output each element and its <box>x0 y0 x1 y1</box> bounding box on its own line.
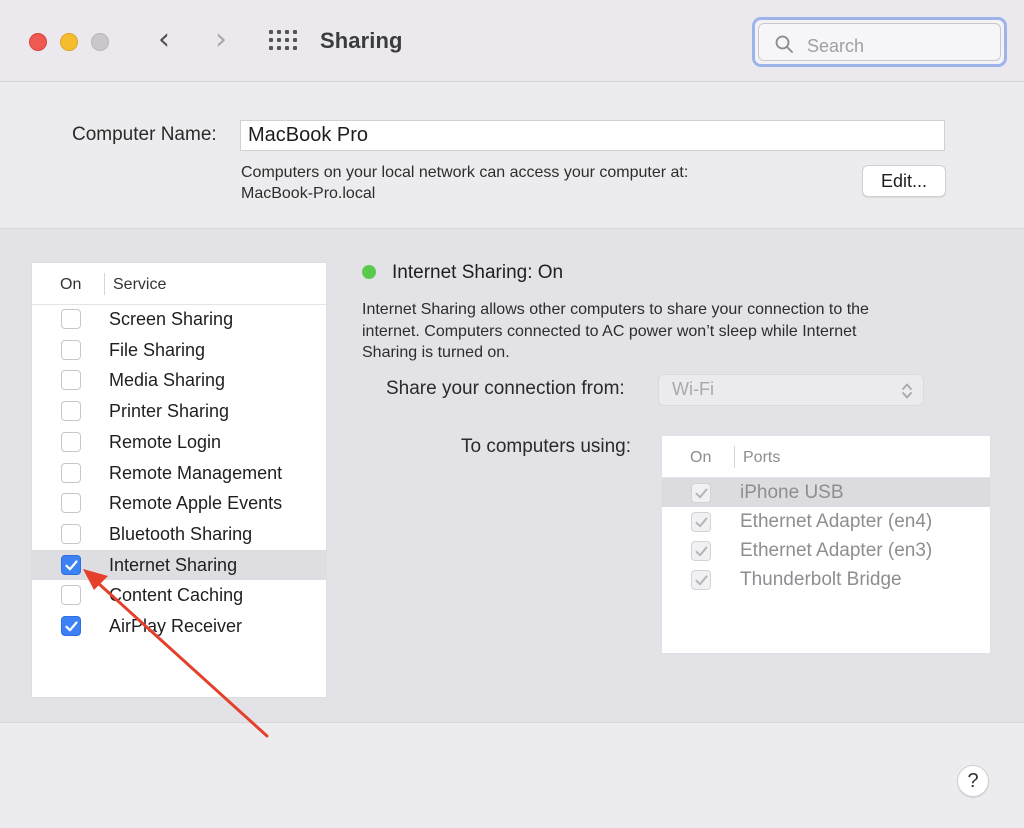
checkmark-icon <box>695 575 708 586</box>
search-placeholder: Search <box>807 36 865 56</box>
checkbox[interactable] <box>61 309 81 329</box>
ports-list: On Ports iPhone USB Ethernet Adapter (en… <box>661 435 991 654</box>
status-indicator-dot <box>362 265 376 279</box>
column-header-on[interactable]: On <box>60 276 81 294</box>
checkbox[interactable] <box>61 493 81 514</box>
port-label: Ethernet Adapter (en3) <box>740 540 933 561</box>
computer-name-label: Computer Name: <box>72 124 217 145</box>
window-title: Sharing <box>320 28 403 53</box>
checkmark-icon <box>695 517 708 528</box>
service-label: Bluetooth Sharing <box>109 523 253 544</box>
close-window-button[interactable] <box>29 33 47 51</box>
service-row-content-caching[interactable]: Content Caching <box>32 580 326 611</box>
checkbox-checked[interactable] <box>61 616 81 636</box>
services-list-header: On Service <box>32 263 326 305</box>
checkbox[interactable] <box>61 401 81 422</box>
service-row-bluetooth-sharing[interactable]: Bluetooth Sharing <box>32 519 326 550</box>
computer-name-input[interactable]: MacBook Pro <box>240 120 945 151</box>
description-line: Sharing is turned on. <box>362 344 510 361</box>
service-row-screen-sharing[interactable]: Screen Sharing <box>32 304 326 335</box>
port-label: iPhone USB <box>740 482 844 503</box>
checkbox-disabled-checked[interactable] <box>691 512 711 532</box>
description-line: internet. Computers connected to AC powe… <box>362 322 857 340</box>
to-computers-label: To computers using: <box>461 436 632 457</box>
column-divider <box>734 446 735 468</box>
service-row-remote-management[interactable]: Remote Management <box>32 458 326 489</box>
checkmark-icon <box>695 488 708 499</box>
title-bar: ‹ › Sharing Search <box>0 0 1024 82</box>
checkbox[interactable] <box>61 462 81 483</box>
column-divider <box>104 273 105 295</box>
checkmark-icon <box>65 621 78 632</box>
checkbox-disabled-checked[interactable] <box>691 483 711 503</box>
service-row-airplay-receiver[interactable]: AirPlay Receiver <box>32 611 326 642</box>
local-address-info: Computers on your local network can acce… <box>241 162 688 204</box>
checkbox-disabled-checked[interactable] <box>691 541 711 561</box>
checkmark-icon <box>695 546 708 557</box>
service-row-remote-apple-events[interactable]: Remote Apple Events <box>32 488 326 519</box>
column-header-on: On <box>690 449 712 466</box>
checkmark-icon <box>65 559 78 570</box>
ports-list-header: On Ports <box>662 436 990 478</box>
zoom-window-button[interactable] <box>91 33 109 51</box>
column-header-service[interactable]: Service <box>113 276 166 294</box>
back-button[interactable]: ‹ <box>152 25 176 56</box>
service-label: Content Caching <box>109 585 244 606</box>
service-label: Remote Apple Events <box>109 493 283 514</box>
checkbox[interactable] <box>61 585 81 606</box>
port-row-ethernet-en3[interactable]: Ethernet Adapter (en3) <box>662 536 990 565</box>
service-label: AirPlay Receiver <box>109 616 243 636</box>
service-label: Printer Sharing <box>109 401 230 422</box>
service-description: Internet Sharing allows other computers … <box>362 299 962 364</box>
checkbox-disabled-checked[interactable] <box>691 570 711 590</box>
sharing-window: ‹ › Sharing Search Computer Name: MacBoo… <box>0 0 1024 828</box>
port-label: Thunderbolt Bridge <box>740 569 902 590</box>
edit-button[interactable]: Edit... <box>862 165 946 197</box>
service-row-internet-sharing[interactable]: Internet Sharing <box>32 549 326 581</box>
share-from-select[interactable]: Wi-Fi <box>658 374 924 406</box>
service-label: File Sharing <box>109 339 206 360</box>
service-row-printer-sharing[interactable]: Printer Sharing <box>32 396 326 427</box>
service-row-remote-login[interactable]: Remote Login <box>32 427 326 458</box>
service-row-media-sharing[interactable]: Media Sharing <box>32 365 326 396</box>
select-chevrons-icon <box>902 383 912 399</box>
forward-button[interactable]: › <box>209 25 233 56</box>
status-title: Internet Sharing: On <box>392 262 564 283</box>
minimize-window-button[interactable] <box>60 33 78 51</box>
service-label: Screen Sharing <box>109 309 234 329</box>
share-from-value: Wi-Fi <box>672 379 714 399</box>
port-row-ethernet-en4[interactable]: Ethernet Adapter (en4) <box>662 507 990 536</box>
checkbox[interactable] <box>61 370 81 391</box>
checkbox-checked[interactable] <box>61 554 81 575</box>
show-all-grid-icon[interactable] <box>269 30 297 52</box>
checkbox[interactable] <box>61 431 81 452</box>
port-row-thunderbolt-bridge[interactable]: Thunderbolt Bridge <box>662 565 990 594</box>
service-label: Internet Sharing <box>109 554 238 575</box>
local-hostname: MacBook-Pro.local <box>241 185 376 202</box>
search-icon <box>775 35 793 53</box>
checkbox[interactable] <box>61 339 81 360</box>
share-from-label: Share your connection from: <box>386 378 625 399</box>
computer-name-section <box>0 83 1024 228</box>
service-label: Remote Management <box>109 462 283 483</box>
services-list: On Service Screen Sharing File Sharing M… <box>31 262 327 698</box>
port-row-iphone-usb[interactable]: iPhone USB <box>662 478 990 507</box>
description-line: Internet Sharing allows other computers … <box>362 301 869 318</box>
service-label: Media Sharing <box>109 370 226 391</box>
local-address-line1: Computers on your local network can acce… <box>241 164 689 181</box>
port-label: Ethernet Adapter (en4) <box>740 511 933 532</box>
help-button[interactable]: ? <box>957 765 989 797</box>
column-header-ports: Ports <box>743 449 781 466</box>
checkbox[interactable] <box>61 523 81 544</box>
service-label: Remote Login <box>109 431 222 452</box>
service-row-file-sharing[interactable]: File Sharing <box>32 335 326 366</box>
search-field[interactable]: Search <box>752 17 1007 67</box>
